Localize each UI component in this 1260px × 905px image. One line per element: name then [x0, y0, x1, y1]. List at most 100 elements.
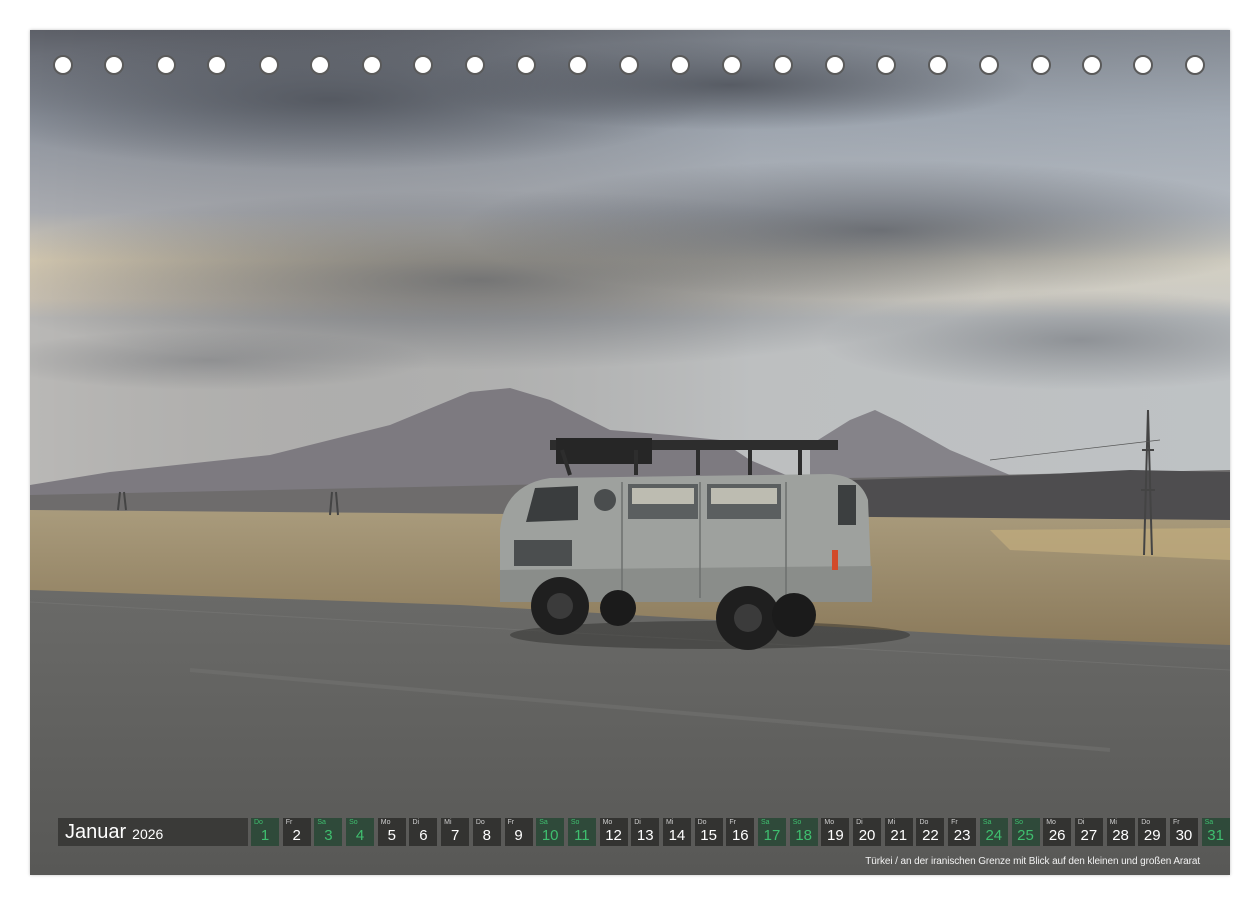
- month-label: Januar 2026: [58, 818, 248, 846]
- day-number: 14: [668, 827, 686, 844]
- binding-hole: [1184, 55, 1205, 75]
- day-number: 19: [827, 827, 844, 844]
- day-weekday: Mo: [824, 819, 835, 826]
- day-number: 21: [890, 827, 908, 844]
- day-cell: So 11: [567, 818, 596, 846]
- day-number: 10: [541, 827, 559, 844]
- binding-hole: [53, 55, 73, 75]
- day-number: 17: [763, 827, 781, 844]
- day-weekday: Mi: [1109, 819, 1117, 826]
- day-weekday: Do: [475, 819, 485, 826]
- binding-holes: [30, 30, 1230, 110]
- calendar-page: Januar 2026 Do 1 Fr 2 Sa 3 So 4 Mo 5 Di 6 Mi 7 Do 8 Fr 9 S…: [30, 30, 1230, 875]
- day-cell: Sa 31: [1201, 818, 1230, 846]
- day-number: 23: [953, 827, 971, 844]
- day-weekday: Fr: [1172, 819, 1180, 826]
- binding-hole: [927, 55, 948, 75]
- binding-hole: [876, 55, 897, 75]
- day-cell: Do 8: [472, 818, 501, 846]
- day-cell: Mi 28: [1106, 818, 1135, 846]
- day-cell: Mo 12: [599, 818, 628, 846]
- day-cell: Fr 30: [1169, 818, 1198, 846]
- day-number: 15: [700, 827, 717, 844]
- binding-hole: [721, 55, 742, 75]
- day-weekday: Sa: [1204, 819, 1214, 826]
- binding-hole: [1133, 55, 1154, 75]
- day-cell: Mo 5: [377, 818, 406, 846]
- day-weekday: Di: [412, 819, 420, 826]
- day-weekday: Di: [856, 819, 863, 826]
- day-weekday: Fr: [507, 819, 515, 826]
- binding-hole: [1082, 55, 1102, 75]
- binding-hole: [104, 55, 125, 75]
- day-cell: Di 13: [631, 818, 660, 846]
- day-cell: Mi 14: [662, 818, 691, 846]
- day-number: 7: [450, 827, 460, 844]
- day-number: 11: [574, 827, 590, 844]
- binding-hole: [207, 55, 228, 75]
- day-cell: Do 29: [1138, 818, 1167, 846]
- day-weekday: Do: [697, 819, 707, 826]
- day-weekday: Do: [1141, 819, 1151, 826]
- binding-hole: [773, 55, 794, 75]
- day-weekday: Mo: [380, 819, 391, 826]
- day-weekday: Di: [634, 819, 641, 826]
- day-weekday: Fr: [951, 819, 958, 826]
- day-number: 28: [1112, 827, 1129, 844]
- day-number: 1: [260, 827, 270, 844]
- day-number: 16: [731, 827, 749, 844]
- day-number: 9: [514, 827, 523, 844]
- day-number: 30: [1175, 827, 1193, 844]
- day-weekday: Mi: [665, 819, 674, 826]
- day-cell: Fr 9: [504, 818, 533, 846]
- day-cell: Do 1: [251, 818, 279, 846]
- binding-hole: [155, 55, 176, 75]
- day-cell: Di 27: [1074, 818, 1103, 846]
- year-label: 2026: [132, 825, 164, 842]
- day-number: 8: [482, 827, 491, 844]
- binding-hole: [464, 55, 485, 75]
- day-cells: Do 1 Fr 2 Sa 3 So 4 Mo 5 Di 6 Mi 7 Do 8 Fr 9 Sa 10 So 11 Mo 12 D…: [251, 818, 1230, 846]
- day-weekday: Sa: [539, 819, 548, 826]
- day-cell: So 25: [1011, 818, 1040, 846]
- day-cell: Fr 23: [948, 818, 977, 846]
- day-cell: Do 15: [694, 818, 723, 846]
- day-cell: So 4: [346, 818, 375, 846]
- day-cell: Fr 2: [282, 818, 311, 846]
- day-cell: Fr 16: [726, 818, 755, 846]
- day-weekday: Sa: [317, 819, 326, 826]
- photo-caption: Türkei / an der iranischen Grenze mit Bl…: [865, 856, 1200, 867]
- day-cell: Sa 3: [314, 818, 343, 846]
- day-weekday: Mi: [887, 819, 896, 826]
- day-cell: Sa 24: [979, 818, 1008, 846]
- day-weekday: Sa: [982, 819, 992, 826]
- day-number: 3: [324, 827, 333, 844]
- day-number: 13: [636, 827, 654, 844]
- day-cell: Di 6: [409, 818, 438, 846]
- binding-hole: [258, 55, 279, 75]
- day-number: 12: [605, 827, 622, 844]
- binding-hole: [618, 55, 639, 75]
- day-number: 22: [922, 827, 939, 844]
- day-cell: Mi 21: [884, 818, 913, 846]
- photo-van-ararat: [30, 30, 1230, 875]
- day-cell: Di 20: [853, 818, 882, 846]
- day-cell: Sa 17: [758, 818, 786, 846]
- binding-hole: [979, 55, 1000, 75]
- binding-hole: [310, 55, 331, 75]
- day-number: 25: [1017, 827, 1034, 844]
- day-number: 18: [795, 827, 813, 844]
- binding-hole: [361, 55, 382, 75]
- day-number: 4: [355, 827, 365, 844]
- day-number: 2: [292, 827, 301, 844]
- binding-hole: [824, 55, 845, 75]
- day-number: 29: [1143, 827, 1161, 844]
- calendar-bar: Januar 2026 Do 1 Fr 2 Sa 3 So 4 Mo 5 Di 6 Mi 7 Do 8 Fr 9 S…: [58, 818, 1230, 846]
- day-weekday: Do: [254, 819, 263, 826]
- day-weekday: Fr: [285, 819, 293, 826]
- day-cell: Do 22: [916, 818, 945, 846]
- month-name: Januar: [65, 821, 127, 843]
- day-weekday: Do: [919, 819, 929, 826]
- day-weekday: So: [792, 819, 802, 826]
- binding-hole: [516, 55, 537, 75]
